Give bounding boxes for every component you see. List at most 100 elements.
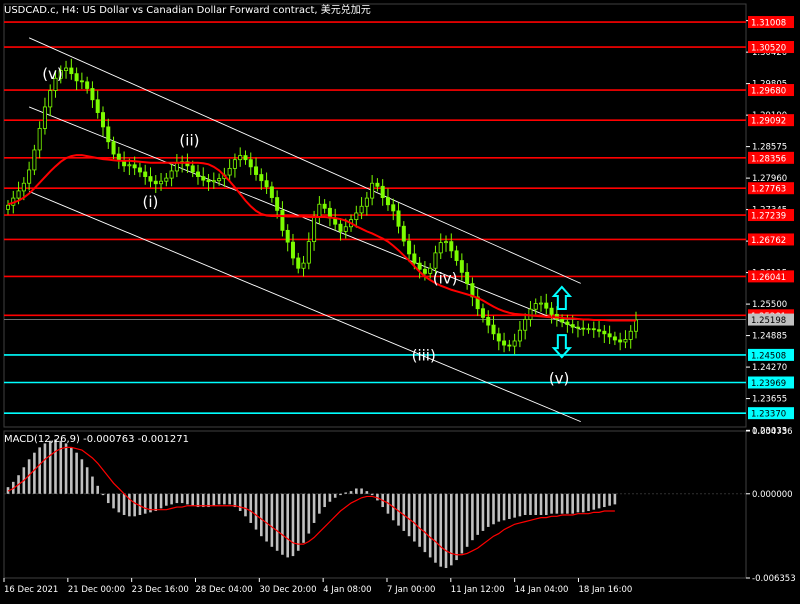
candle[interactable] xyxy=(322,203,327,209)
candle[interactable] xyxy=(581,327,586,330)
candle[interactable] xyxy=(243,155,248,161)
candle[interactable] xyxy=(338,223,343,232)
candle[interactable] xyxy=(491,324,496,335)
candle[interactable] xyxy=(95,99,100,113)
candle[interactable] xyxy=(364,197,369,207)
candle[interactable] xyxy=(153,180,158,185)
candle[interactable] xyxy=(422,268,427,274)
candle[interactable] xyxy=(459,260,464,273)
candle[interactable] xyxy=(401,225,406,242)
candle[interactable] xyxy=(428,267,433,274)
candle[interactable] xyxy=(407,240,412,255)
candle[interactable] xyxy=(217,178,222,182)
candle[interactable] xyxy=(533,303,538,310)
candle[interactable] xyxy=(32,149,37,171)
candle[interactable] xyxy=(412,253,417,264)
candle[interactable] xyxy=(628,330,633,340)
candle[interactable] xyxy=(232,159,237,169)
candle[interactable] xyxy=(211,180,216,183)
candle[interactable] xyxy=(618,339,623,343)
candle[interactable] xyxy=(549,307,554,315)
candle[interactable] xyxy=(343,226,348,232)
candle[interactable] xyxy=(64,67,69,71)
candle[interactable] xyxy=(280,209,285,231)
candle[interactable] xyxy=(296,257,301,269)
candle[interactable] xyxy=(623,339,628,343)
candle[interactable] xyxy=(48,90,53,108)
candle[interactable] xyxy=(317,203,322,218)
candle[interactable] xyxy=(248,159,253,168)
candle[interactable] xyxy=(375,182,380,187)
candle[interactable] xyxy=(380,185,385,198)
candle[interactable] xyxy=(396,210,401,227)
candle[interactable] xyxy=(486,317,491,326)
candle[interactable] xyxy=(6,204,11,210)
candle[interactable] xyxy=(21,182,26,192)
candle[interactable] xyxy=(301,262,306,269)
candle[interactable] xyxy=(591,328,596,331)
candle[interactable] xyxy=(37,128,42,151)
candle[interactable] xyxy=(42,106,47,129)
candle[interactable] xyxy=(512,340,517,347)
chart-canvas[interactable]: (v)(i)(ii)(iii)(iv)(v) 1.310351.304201.2… xyxy=(0,0,800,600)
candle[interactable] xyxy=(539,302,544,305)
candle[interactable] xyxy=(254,166,259,175)
candle[interactable] xyxy=(385,197,390,206)
candle[interactable] xyxy=(159,180,164,185)
candle[interactable] xyxy=(259,174,264,182)
candle[interactable] xyxy=(264,180,269,188)
candle[interactable] xyxy=(597,329,602,332)
candle[interactable] xyxy=(433,252,438,269)
candle[interactable] xyxy=(444,241,449,244)
candle[interactable] xyxy=(85,81,90,89)
candle[interactable] xyxy=(454,250,459,261)
candle[interactable] xyxy=(238,155,243,161)
candle[interactable] xyxy=(570,324,575,328)
candle[interactable] xyxy=(354,212,359,220)
candle[interactable] xyxy=(517,329,522,342)
candle[interactable] xyxy=(544,302,549,309)
candle[interactable] xyxy=(227,167,232,176)
candle[interactable] xyxy=(465,271,470,285)
candle[interactable] xyxy=(480,308,485,318)
candle[interactable] xyxy=(417,262,422,270)
candle[interactable] xyxy=(560,319,565,323)
candle[interactable] xyxy=(74,73,79,82)
candle[interactable] xyxy=(359,205,364,214)
candle[interactable] xyxy=(169,170,174,179)
candle[interactable] xyxy=(164,177,169,182)
candle[interactable] xyxy=(106,126,111,143)
candle[interactable] xyxy=(90,88,95,101)
candle[interactable] xyxy=(27,169,32,184)
candle[interactable] xyxy=(306,241,311,264)
candle[interactable] xyxy=(79,80,84,83)
candle[interactable] xyxy=(370,182,375,199)
candle[interactable] xyxy=(16,190,21,199)
candle[interactable] xyxy=(391,204,396,212)
trading-chart[interactable]: (v)(i)(ii)(iii)(iv)(v) 1.310351.304201.2… xyxy=(0,0,800,600)
candle[interactable] xyxy=(612,336,617,341)
candle[interactable] xyxy=(201,176,206,181)
candle[interactable] xyxy=(290,241,295,259)
candle[interactable] xyxy=(602,330,607,335)
candle[interactable] xyxy=(312,216,317,243)
candle[interactable] xyxy=(206,179,211,183)
candle[interactable] xyxy=(502,340,507,346)
candle[interactable] xyxy=(127,164,132,167)
candle[interactable] xyxy=(137,167,142,173)
candle[interactable] xyxy=(523,319,528,331)
candle[interactable] xyxy=(438,242,443,254)
candle[interactable] xyxy=(269,186,274,198)
candle[interactable] xyxy=(507,344,512,347)
candle[interactable] xyxy=(449,241,454,252)
candle[interactable] xyxy=(69,67,74,75)
candle[interactable] xyxy=(634,319,639,332)
candle[interactable] xyxy=(607,333,612,338)
candle[interactable] xyxy=(100,112,105,128)
candle[interactable] xyxy=(496,333,501,342)
candle[interactable] xyxy=(143,171,148,177)
candle[interactable] xyxy=(132,164,137,169)
candle[interactable] xyxy=(148,176,153,182)
candle[interactable] xyxy=(285,229,290,243)
candle[interactable] xyxy=(195,171,200,177)
